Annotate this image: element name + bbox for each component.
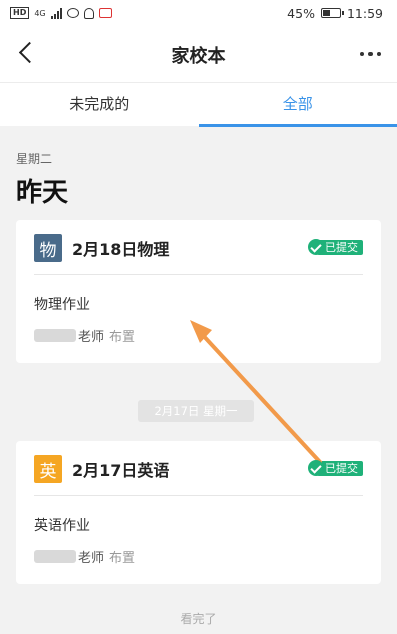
check-icon: [308, 239, 324, 255]
submitted-badge: 已提交: [308, 460, 363, 476]
card-title: 2月18日物理: [72, 240, 170, 259]
teacher-label: 老师: [78, 551, 105, 566]
network-label: 4G: [34, 8, 46, 18]
teacher-row: 老师 布置: [34, 326, 135, 345]
section-weekday: 星期二: [16, 152, 53, 166]
tab-unfinished[interactable]: 未完成的: [0, 83, 199, 126]
navigation-bar: 家校本: [0, 26, 397, 82]
card-header: 物 2月18日物理 已提交: [34, 234, 363, 262]
mute-icon: [83, 7, 94, 19]
hd-icon: HD: [10, 7, 30, 19]
more-options-icon[interactable]: [359, 44, 381, 64]
assigned-label: 布置: [109, 551, 136, 566]
tab-bar: 未完成的 全部: [0, 82, 397, 127]
card-header: 英 2月17日英语 已提交: [34, 455, 363, 483]
blurred-teacher-name: [34, 550, 76, 563]
card-divider: [34, 274, 363, 275]
blurred-teacher-name: [34, 329, 76, 342]
signal-icon: [50, 7, 62, 19]
clock: 11:59: [346, 5, 383, 21]
tab-all[interactable]: 全部: [198, 83, 397, 127]
homework-name: 英语作业: [34, 518, 90, 534]
card-divider: [34, 495, 363, 496]
eye-icon: [66, 8, 79, 18]
end-of-list-text: 看完了: [180, 612, 217, 626]
homework-card[interactable]: 英 2月17日英语 已提交 英语作业 老师 布置: [16, 441, 381, 584]
date-separator: 2月17日 星期一: [138, 400, 254, 422]
page-title: 家校本: [171, 46, 226, 67]
notification-image-icon: [98, 8, 112, 18]
status-bar: HD 4G 45% 11:59: [0, 0, 397, 26]
card-title: 2月17日英语: [72, 461, 170, 480]
homework-card[interactable]: 物 2月18日物理 已提交 物理作业 老师 布置: [16, 220, 381, 363]
subject-badge-english: 英: [34, 455, 62, 483]
homework-name: 物理作业: [34, 297, 90, 313]
teacher-row: 老师 布置: [34, 547, 135, 566]
status-icons: HD 4G: [10, 7, 112, 19]
submitted-badge: 已提交: [308, 239, 363, 255]
battery-icon: [320, 8, 344, 18]
battery-percent: 45%: [287, 5, 315, 21]
teacher-label: 老师: [78, 330, 105, 345]
check-icon: [308, 460, 324, 476]
subject-badge-physics: 物: [34, 234, 62, 262]
section-day-heading: 昨天: [16, 178, 69, 208]
status-right: 45% 11:59: [287, 6, 383, 21]
assigned-label: 布置: [109, 330, 136, 345]
